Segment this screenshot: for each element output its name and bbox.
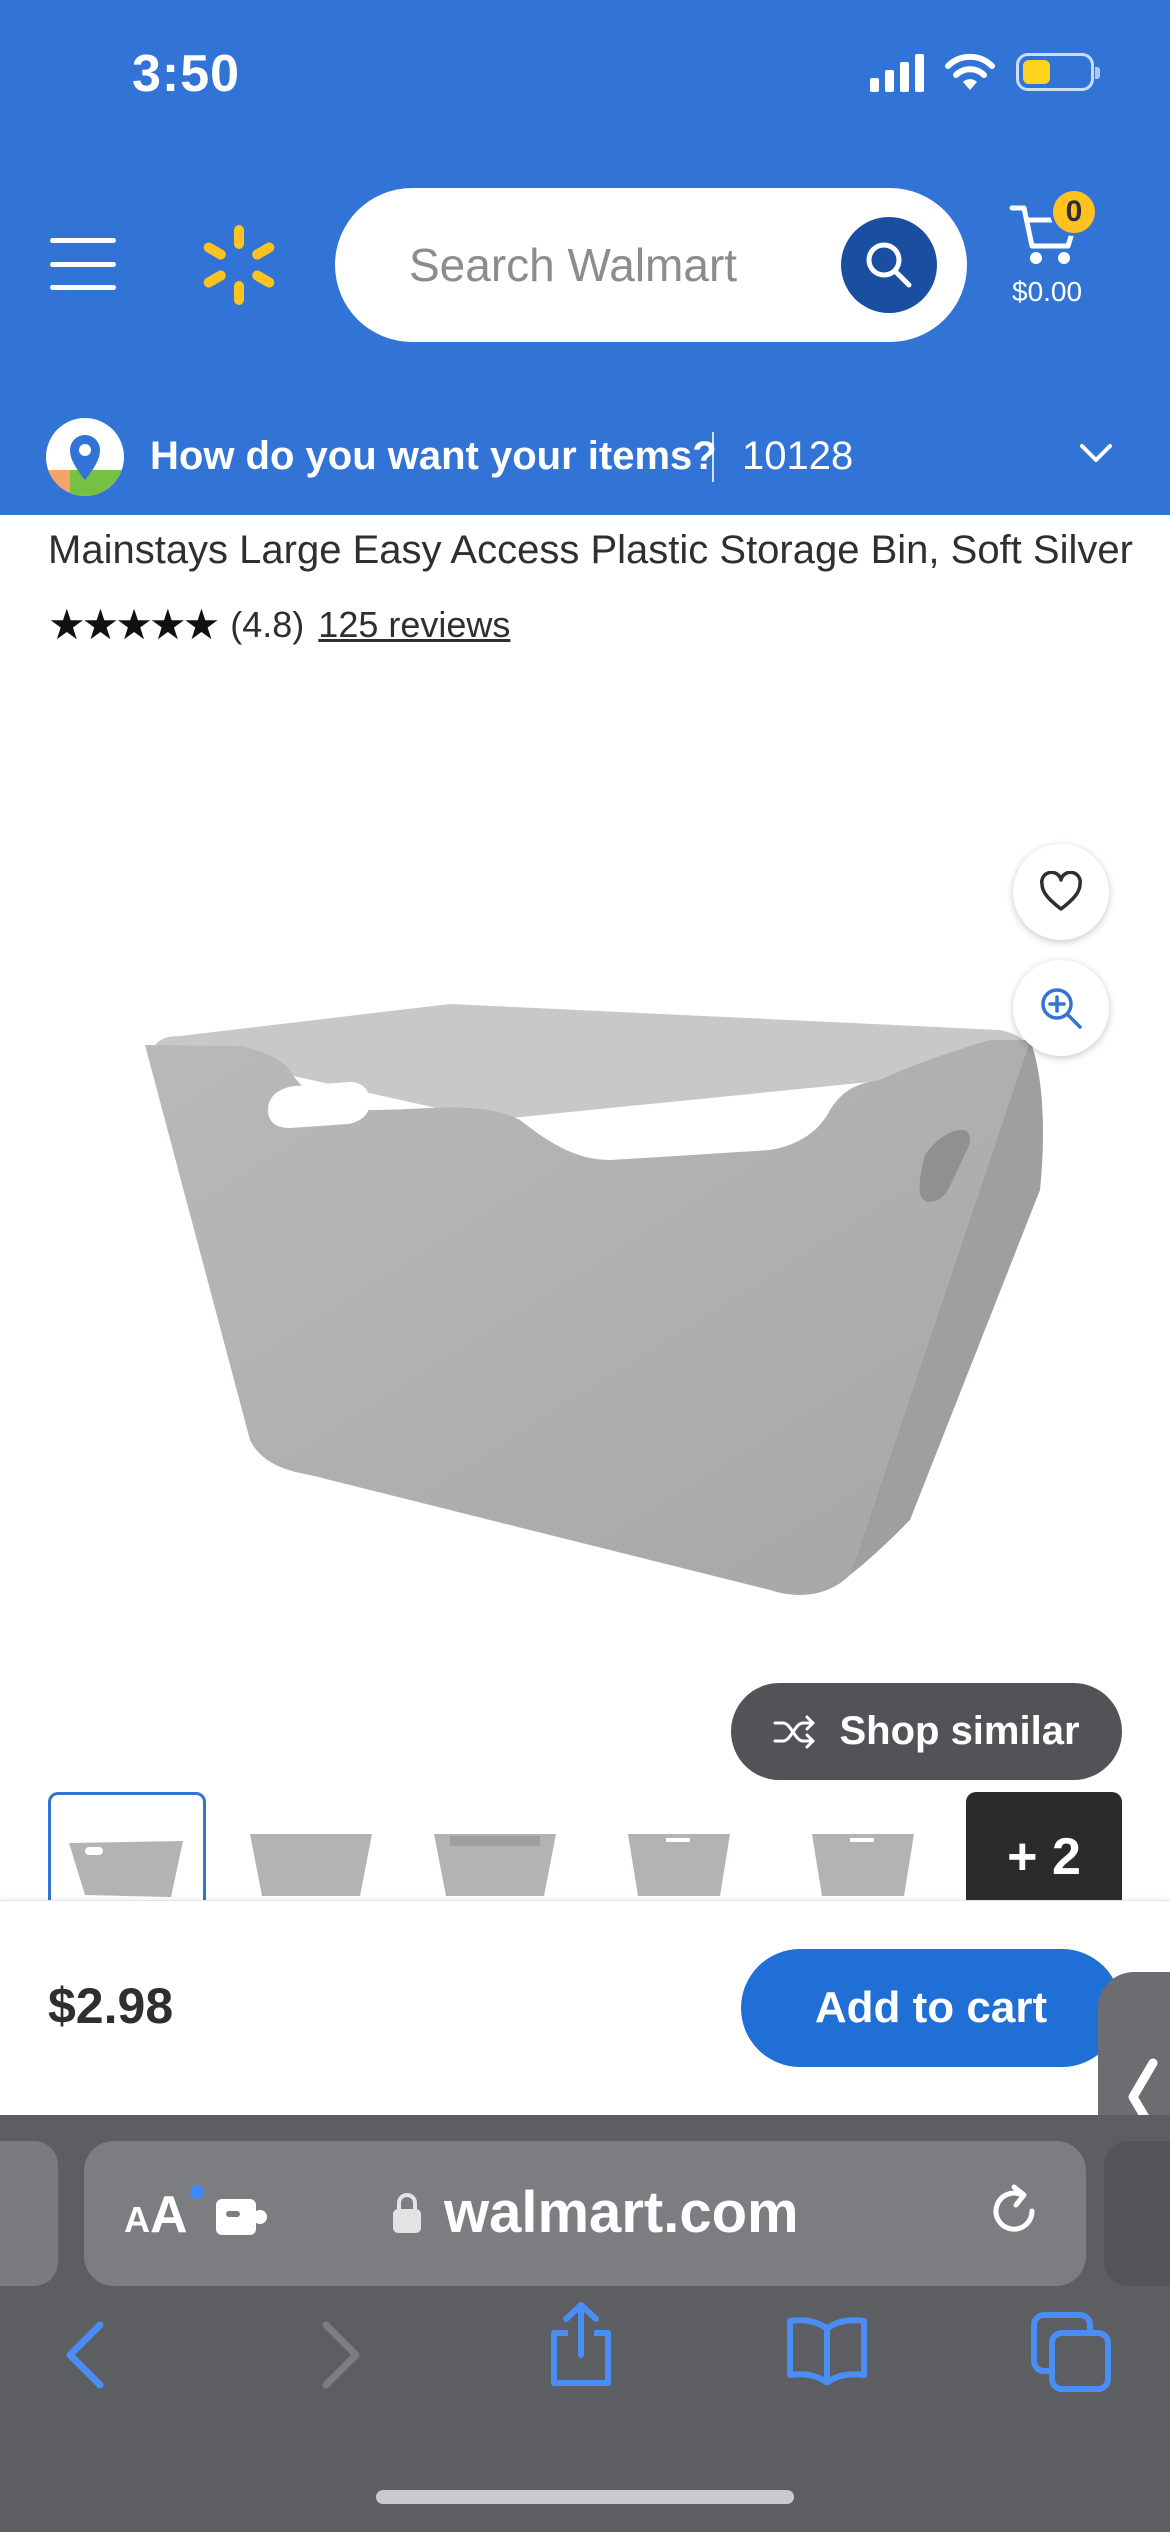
browser-toolbar: AA walmart.com bbox=[0, 2115, 1170, 2532]
tabs-icon[interactable] bbox=[1030, 2311, 1114, 2395]
walmart-spark-icon[interactable] bbox=[196, 222, 282, 308]
url-text: walmart.com bbox=[444, 2180, 799, 2245]
zoom-in-icon bbox=[1041, 988, 1082, 1029]
add-to-cart-bar: $2.98 Add to cart bbox=[0, 1900, 1170, 2115]
previous-tab-preview[interactable] bbox=[0, 2141, 58, 2286]
cart-count-badge: 0 bbox=[1050, 188, 1098, 236]
cart-total: $0.00 bbox=[1012, 276, 1083, 307]
back-icon[interactable] bbox=[60, 2315, 110, 2395]
product-title: Mainstays Large Easy Access Plastic Stor… bbox=[48, 528, 1133, 572]
more-images-button[interactable]: + 2 bbox=[966, 1792, 1122, 1900]
search-placeholder: Search Walmart bbox=[409, 239, 738, 291]
chevron-down-icon bbox=[1080, 444, 1112, 462]
shop-similar-button[interactable]: Shop similar bbox=[731, 1683, 1122, 1780]
reviews-link[interactable]: 125 reviews bbox=[318, 604, 510, 646]
lock-icon bbox=[393, 2193, 421, 2233]
favorite-button[interactable] bbox=[1013, 844, 1109, 940]
add-to-cart-button[interactable]: Add to cart bbox=[741, 1949, 1121, 2067]
thumbnail-4[interactable] bbox=[600, 1792, 758, 1900]
fulfillment-prompt: How do you want your items? bbox=[150, 434, 717, 478]
menu-button[interactable] bbox=[50, 238, 116, 290]
forward-icon[interactable] bbox=[316, 2315, 366, 2395]
heart-icon bbox=[1040, 871, 1082, 911]
share-icon[interactable] bbox=[546, 2299, 616, 2389]
battery-icon bbox=[1016, 53, 1100, 91]
star-rating: ★★★★★ bbox=[48, 601, 220, 648]
location-pin-icon bbox=[46, 418, 124, 496]
zoom-button[interactable] bbox=[1013, 960, 1109, 1056]
fulfillment-selector[interactable]: How do you want your items? 10128 bbox=[0, 410, 1170, 515]
reload-icon[interactable] bbox=[984, 2181, 1046, 2243]
shuffle-icon bbox=[773, 1715, 815, 1748]
search-icon bbox=[866, 242, 912, 288]
thumbnail-2[interactable] bbox=[232, 1792, 390, 1900]
rating-row: ★★★★★ (4.8) 125 reviews bbox=[48, 600, 510, 649]
status-icons bbox=[870, 52, 1100, 92]
search-button[interactable] bbox=[841, 217, 937, 313]
search-input[interactable]: Search Walmart bbox=[335, 188, 967, 342]
site-header: 3:50 Search Walmart 0 $0.00 How do you w… bbox=[0, 0, 1170, 515]
wifi-icon bbox=[945, 53, 995, 90]
cart-button[interactable]: 0 $0.00 bbox=[1004, 188, 1114, 318]
thumbnail-strip: + 2 bbox=[48, 1792, 1122, 1900]
thumbnail-3[interactable] bbox=[416, 1792, 574, 1900]
price: $2.98 bbox=[48, 1978, 174, 2034]
rating-value: (4.8) bbox=[230, 603, 305, 645]
status-time: 3:50 bbox=[132, 45, 241, 103]
next-tab-preview[interactable] bbox=[1104, 2141, 1170, 2286]
thumbnail-5[interactable] bbox=[784, 1792, 942, 1900]
thumbnail-1[interactable] bbox=[48, 1792, 206, 1900]
shop-similar-label: Shop similar bbox=[839, 1709, 1080, 1753]
reader-settings-button[interactable]: AA bbox=[124, 2185, 188, 2245]
browser-nav-row bbox=[0, 2302, 1170, 2435]
notification-dot bbox=[190, 2185, 204, 2199]
product-image[interactable] bbox=[130, 960, 1050, 1600]
home-indicator bbox=[376, 2490, 794, 2504]
puzzle-icon[interactable] bbox=[214, 2195, 270, 2239]
bookmarks-icon[interactable] bbox=[784, 2315, 870, 2385]
address-bar[interactable]: AA walmart.com bbox=[84, 2141, 1086, 2286]
zip-code: 10128 bbox=[742, 434, 854, 478]
cellular-signal-icon bbox=[870, 52, 924, 92]
divider bbox=[712, 432, 714, 482]
